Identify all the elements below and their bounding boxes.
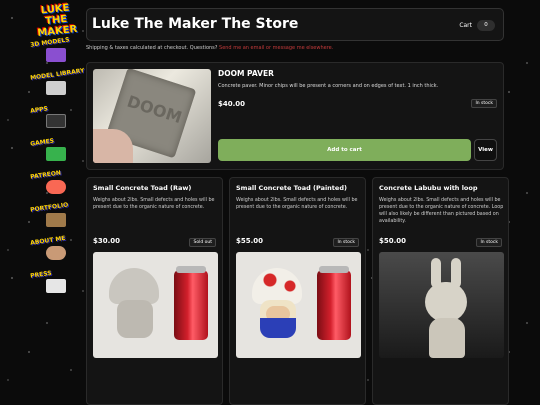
paver-relief: DOOM (124, 91, 185, 128)
shipping-notice: Shipping & taxes calculated at checkout.… (86, 45, 333, 51)
product-price: $30.00 (93, 237, 121, 245)
toad-cap-shape (109, 268, 159, 304)
nav-item-games[interactable]: GAMES (28, 137, 84, 170)
nav-item-3d-models[interactable]: 3D MODELS (28, 36, 84, 71)
nav-item-portfolio[interactable]: PORTFOLIO (28, 201, 84, 236)
product-card-toad-raw[interactable]: Small Concrete Toad (Raw) Weighs about 2… (86, 177, 223, 405)
luke-the-maker-logo[interactable]: LUKE THE MAKER (30, 1, 83, 39)
nav-item-about-me[interactable]: ABOUT ME (28, 235, 84, 269)
stock-badge: In stock (476, 238, 502, 247)
toad-body-shape (117, 300, 153, 338)
stock-badge: In stock (471, 99, 497, 108)
hand-shape (93, 129, 133, 163)
stock-badge: In stock (333, 238, 359, 247)
labubu-photo (379, 252, 504, 358)
toad-raw-photo (93, 252, 218, 358)
computer-icon (46, 279, 66, 293)
nav-item-apps[interactable]: APPS (28, 104, 84, 137)
contact-link[interactable]: Send me an email or message me elsewhere… (219, 45, 333, 51)
toad-painted-photo (236, 252, 361, 358)
soda-can-shape (174, 266, 208, 340)
portrait-icon (46, 246, 66, 260)
featured-product-card: DOOM DOOM PAVER Concrete paver. Minor ch… (86, 62, 504, 170)
books-icon (46, 81, 66, 95)
product-description: Concrete paver. Minor chips will be pres… (218, 83, 439, 89)
add-to-cart-button[interactable]: Add to cart (218, 139, 471, 161)
toad-cap-shape (252, 268, 302, 304)
product-description: Weighs about 2lbs. Small defects and hol… (379, 198, 504, 224)
view-button[interactable]: View (474, 139, 497, 161)
gamepad-icon (46, 147, 66, 161)
nav-item-model-library[interactable]: MODEL LIBRARY (28, 67, 85, 104)
doom-paver-photo[interactable]: DOOM (93, 69, 211, 163)
product-name: DOOM PAVER (218, 69, 274, 78)
nav-item-patreon[interactable]: PATREON (28, 169, 84, 203)
shipping-notice-text: Shipping & taxes calculated at checkout.… (86, 45, 220, 51)
product-card-labubu[interactable]: Concrete Labubu with loop Weighs about 2… (372, 177, 509, 405)
product-price: $40.00 (218, 100, 246, 108)
product-card-toad-painted[interactable]: Small Concrete Toad (Painted) Weighs abo… (229, 177, 366, 405)
toad-vest-shape (260, 318, 296, 338)
labubu-head-shape (425, 282, 467, 322)
product-name: Small Concrete Toad (Raw) (93, 184, 192, 192)
soda-can-shape (317, 266, 351, 340)
product-price: $55.00 (236, 237, 264, 245)
patreon-icon (46, 180, 66, 194)
product-name: Concrete Labubu with loop (379, 184, 478, 192)
stock-badge: Sold out (189, 238, 216, 247)
cart-count-badge: 0 (477, 20, 495, 31)
nav-item-press[interactable]: PRESS (28, 269, 84, 302)
cart-label: Cart (459, 22, 472, 29)
cart-button[interactable]: Cart 0 (459, 18, 495, 33)
3d-model-icon (46, 48, 66, 62)
sidebar-nav: LUKE THE MAKER 3D MODELS MODEL LIBRARY A… (28, 1, 85, 302)
product-description: Weighs about 2lbs. Small defects and hol… (93, 198, 215, 210)
store-header: Luke The Maker The Store Cart 0 (86, 8, 504, 41)
phone-icon (46, 114, 66, 128)
folder-icon (46, 213, 66, 227)
labubu-body-shape (429, 318, 465, 358)
product-price: $50.00 (379, 237, 407, 245)
page-title: Luke The Maker The Store (92, 16, 299, 32)
product-description: Weighs about 2lbs. Small defects and hol… (236, 198, 358, 210)
product-name: Small Concrete Toad (Painted) (236, 184, 347, 192)
